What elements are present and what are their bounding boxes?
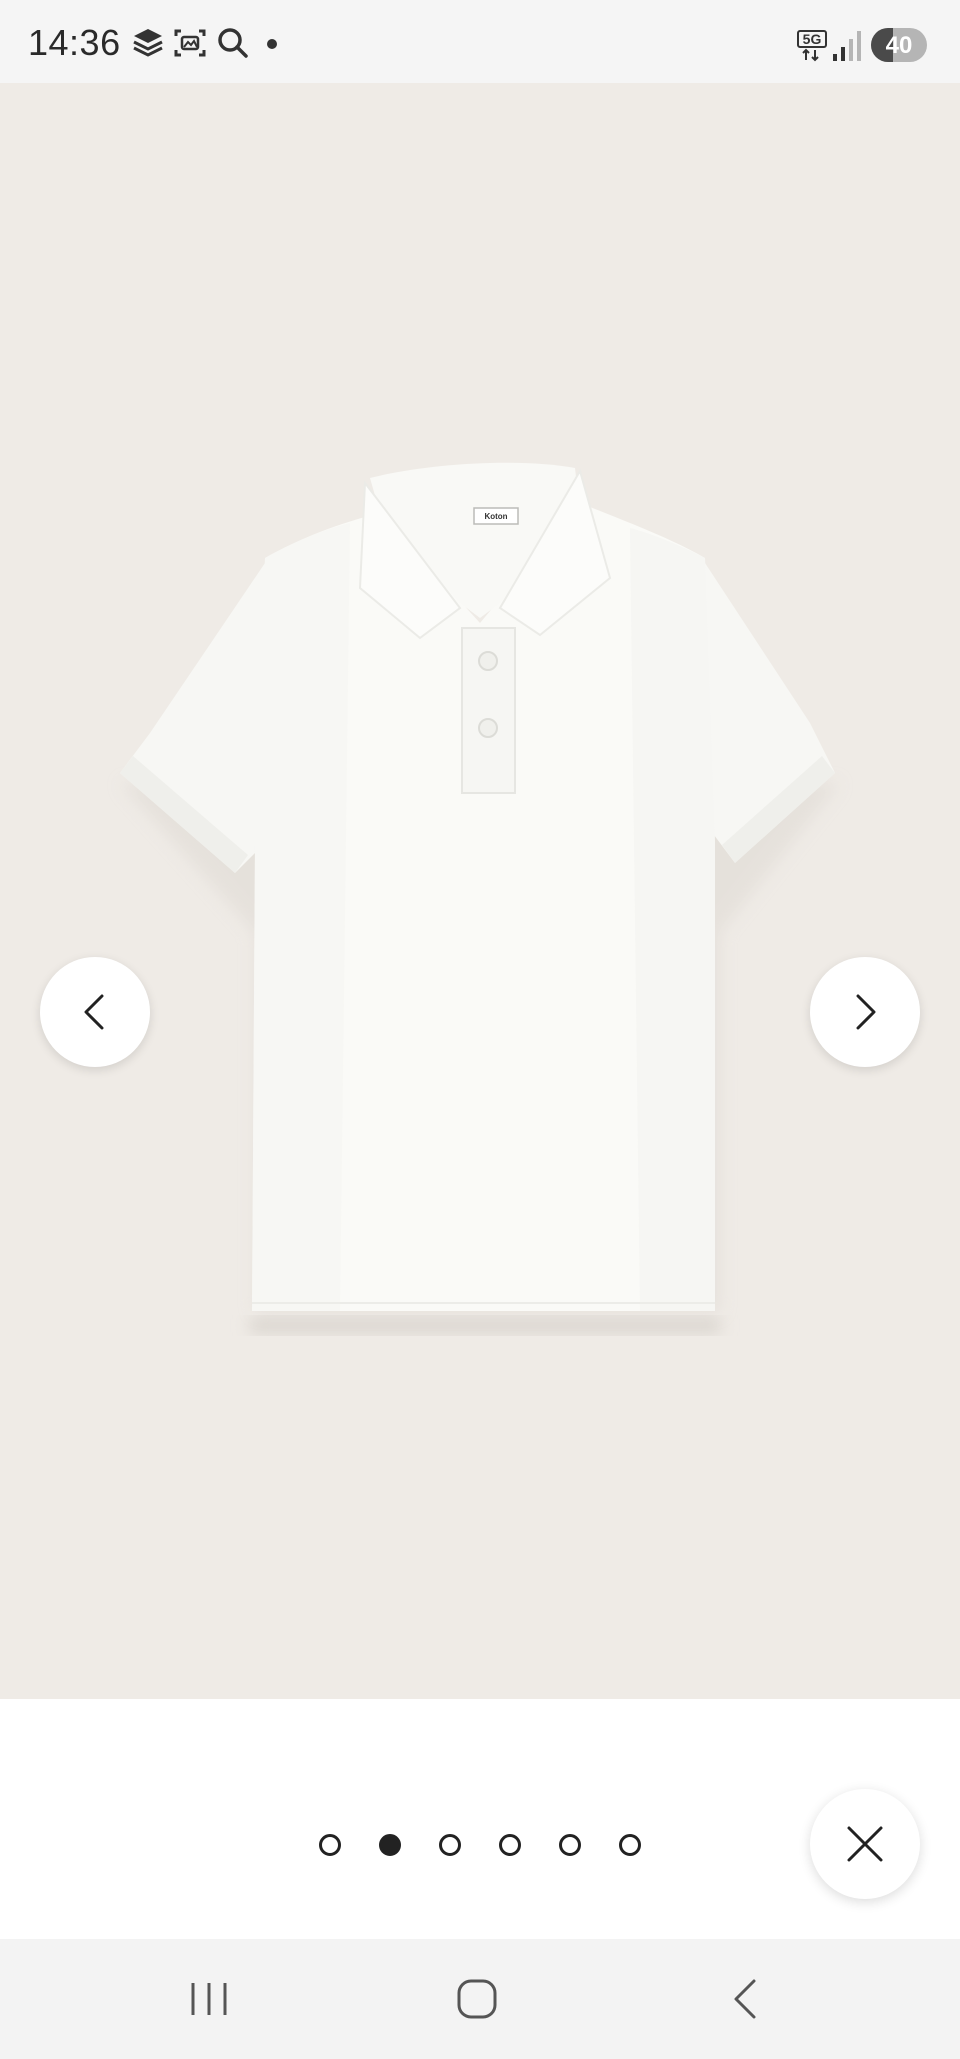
pagination-dot[interactable] (619, 1834, 641, 1856)
network-label: 5G (797, 30, 827, 48)
close-gallery-button[interactable] (810, 1789, 920, 1899)
shirt-label-text: Koton (484, 512, 507, 521)
pagination-dot[interactable] (559, 1834, 581, 1856)
signal-icon (833, 31, 861, 61)
previous-image-button[interactable] (40, 957, 150, 1067)
battery-icon: 40 (871, 28, 927, 62)
recents-icon (191, 1983, 227, 2015)
pagination-dot[interactable] (319, 1834, 341, 1856)
chevron-left-icon (84, 994, 104, 1030)
screen: 14:36 5G 40 Koton (0, 0, 960, 2059)
search-icon (218, 28, 248, 58)
back-icon (734, 1979, 756, 2019)
back-button[interactable] (695, 1959, 795, 2039)
chevron-right-icon (856, 994, 876, 1030)
notification-dot-icon (267, 39, 277, 49)
product-image: Koton (120, 462, 840, 1333)
recents-button[interactable] (159, 1959, 259, 2039)
battery-level: 40 (885, 32, 913, 59)
home-button[interactable] (427, 1959, 527, 2039)
pagination-dot[interactable] (499, 1834, 521, 1856)
screenshot-icon (174, 29, 206, 57)
product-image-area[interactable]: Koton (0, 83, 960, 1699)
next-image-button[interactable] (810, 957, 920, 1067)
home-icon (457, 1979, 497, 2019)
close-icon (847, 1826, 883, 1862)
5g-icon: 5G (797, 30, 827, 62)
system-navigation-bar (0, 1939, 960, 2059)
status-time: 14:36 (28, 22, 121, 63)
data-arrows-icon (802, 48, 819, 62)
stack-icon (133, 29, 163, 57)
pagination-dot[interactable] (439, 1834, 461, 1856)
pagination-dot[interactable] (379, 1834, 401, 1856)
status-bar: 14:36 5G 40 (0, 0, 960, 83)
